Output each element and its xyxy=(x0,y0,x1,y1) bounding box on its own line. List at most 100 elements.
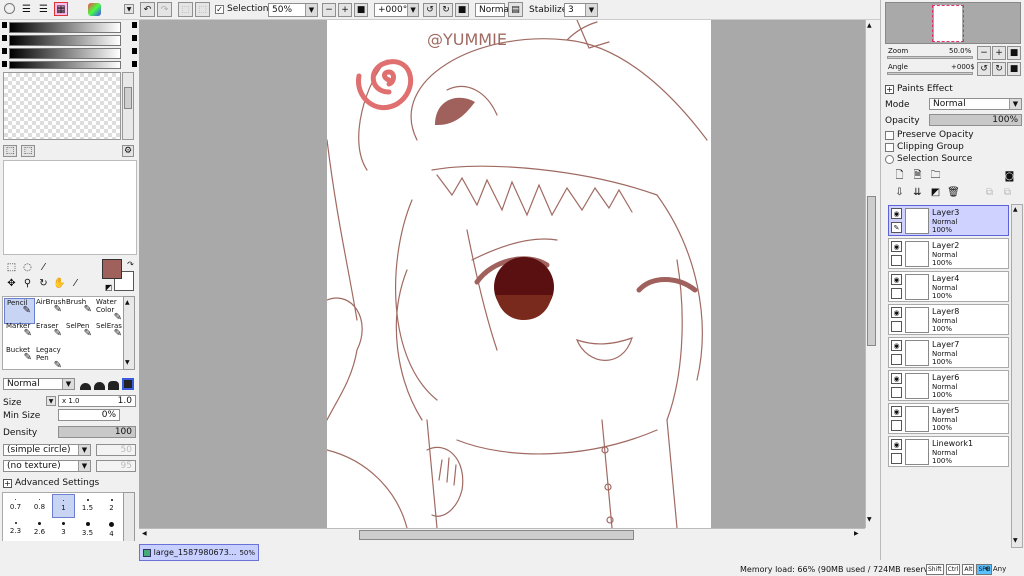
document-tab[interactable]: large_1587980673... 50% xyxy=(139,544,259,561)
brush-size-preset[interactable]: 0.7 xyxy=(4,494,27,518)
brush-size-preset[interactable]: 0.8 xyxy=(28,494,51,518)
scratchpad-save-button[interactable]: ⬚ xyxy=(21,145,35,157)
deselect-button[interactable]: ⬚ xyxy=(178,2,193,17)
scratchpad[interactable] xyxy=(3,72,121,140)
layer-item[interactable]: ◉ ✎ Layer3 Normal 100% xyxy=(888,205,1009,236)
tool-marker[interactable]: Marker ✎ xyxy=(4,322,35,348)
nav-rotate-reset-button[interactable]: ■ xyxy=(1007,62,1021,76)
brush-shape-strength[interactable]: 50 xyxy=(96,444,136,456)
tool-selpen[interactable]: SelPen ✎ xyxy=(64,322,95,348)
transparent-color-icon[interactable]: ◩ xyxy=(102,281,115,294)
canvas-viewport[interactable]: @YUMMIE ▲ ▼ xyxy=(139,20,877,528)
eye-icon[interactable]: ◉ xyxy=(891,208,902,219)
size-field[interactable]: x 1.0 1.0 xyxy=(58,395,136,407)
color-slider[interactable] xyxy=(9,61,121,69)
zoom-select[interactable]: 50% ▼ xyxy=(268,3,318,17)
zoom-out-button[interactable]: − xyxy=(322,3,336,17)
rotate-left-button[interactable]: ↺ xyxy=(423,3,437,17)
rotate-right-button[interactable]: ↻ xyxy=(439,3,453,17)
layer-mask-icon[interactable]: ⧉ xyxy=(983,186,996,199)
nav-zoom-slider[interactable] xyxy=(887,56,973,59)
tool-brush[interactable]: Brush ✎ xyxy=(64,298,95,324)
density-slider[interactable]: 100 xyxy=(58,426,136,438)
hand-tool-icon[interactable]: ✋ xyxy=(53,277,66,290)
eye-icon[interactable]: ◉ xyxy=(891,307,902,318)
scratchpad-scrollbar[interactable] xyxy=(122,72,134,140)
rotation-select[interactable]: +000° ▼ xyxy=(374,3,419,17)
layer-list-scrollbar[interactable]: ▲ ▼ xyxy=(1011,204,1023,548)
navigator-preview[interactable] xyxy=(885,2,1021,44)
stabilizer-select[interactable]: 3 ▼ xyxy=(564,3,598,17)
canvas-vertical-scrollbar[interactable]: ▲ ▼ xyxy=(865,20,877,528)
lock-slot-icon[interactable] xyxy=(891,387,902,398)
eye-icon[interactable]: ◉ xyxy=(891,274,902,285)
nav-rotate-right-button[interactable]: ↻ xyxy=(992,62,1006,76)
layer-item[interactable]: ◉ Linework1 Normal 100% xyxy=(888,436,1009,467)
vertical-scroll-thumb[interactable] xyxy=(867,196,876,346)
brush-size-preset[interactable]: 3 xyxy=(52,517,75,541)
advanced-settings-toggle[interactable]: + Advanced Settings xyxy=(3,478,99,488)
clipping-group-checkbox[interactable] xyxy=(885,142,894,152)
eye-icon[interactable]: ◉ xyxy=(891,406,902,417)
layer-item[interactable]: ◉ Layer5 Normal 100% xyxy=(888,403,1009,434)
clear-layer-icon[interactable]: ◩ xyxy=(929,186,942,199)
brush-edge-options[interactable] xyxy=(80,377,136,390)
selection-source-checkbox[interactable] xyxy=(885,154,894,164)
delete-layer-icon[interactable]: 🗑 xyxy=(947,186,960,199)
tool-pencil[interactable]: Pencil ✎ xyxy=(4,298,35,324)
eye-icon[interactable]: ◉ xyxy=(891,373,902,384)
selection-toggle[interactable]: ✓ Selection xyxy=(215,4,268,14)
layer-mode-select[interactable]: Normal ▼ xyxy=(929,98,1022,110)
nav-zoom-reset-button[interactable]: ■ xyxy=(1007,46,1021,60)
color-wheel-icon[interactable] xyxy=(4,3,15,14)
tool-grid-scrollbar[interactable]: ▲ ▼ xyxy=(123,296,135,370)
brush-shape-select[interactable]: (simple circle) ▼ xyxy=(3,444,91,456)
lock-slot-icon[interactable] xyxy=(891,453,902,464)
tool-legacy-pen[interactable]: Legacy Pen ✎ xyxy=(34,346,65,372)
scratchpad-clear-button[interactable]: ⬚ xyxy=(3,145,17,157)
brush-size-preset[interactable]: 2 xyxy=(100,494,123,518)
move-icon[interactable]: ✥ xyxy=(5,277,18,290)
main-color-swatch[interactable] xyxy=(102,259,122,279)
layer-item[interactable]: ◉ Layer8 Normal 100% xyxy=(888,304,1009,335)
color-panel-menu-button[interactable]: ▼ xyxy=(124,4,134,14)
navigator-viewport-rect[interactable] xyxy=(932,5,964,42)
canvas-horizontal-scrollbar[interactable]: ◀ ▶ xyxy=(139,528,865,541)
new-vector-layer-icon[interactable]: 🗎 xyxy=(911,170,924,183)
min-size-field[interactable]: 0% xyxy=(58,409,120,421)
layer-panel-menu-icon[interactable]: ◙ xyxy=(1003,170,1016,183)
lock-slot-icon[interactable] xyxy=(891,321,902,332)
tool-airbrush[interactable]: AirBrush ✎ xyxy=(34,298,66,324)
lasso-icon[interactable]: ◌ xyxy=(21,261,34,274)
preserve-opacity-checkbox[interactable] xyxy=(885,130,894,140)
magic-wand-icon[interactable]: ⁄ xyxy=(37,261,50,274)
undo-button[interactable]: ↶ xyxy=(140,2,155,17)
brush-size-preset[interactable]: 2.6 xyxy=(28,517,51,541)
zoom-reset-button[interactable]: ■ xyxy=(354,3,368,17)
eye-icon[interactable]: ◉ xyxy=(891,439,902,450)
blend-mode-select[interactable]: Normal xyxy=(475,3,512,17)
horizontal-scroll-thumb[interactable] xyxy=(359,530,634,540)
brush-size-preset[interactable]: 1 xyxy=(52,494,75,518)
paints-effect-toggle[interactable]: + Paints Effect xyxy=(885,84,953,94)
scratchpad-icon[interactable] xyxy=(88,3,101,16)
brush-mode-select[interactable]: Normal ▼ xyxy=(3,378,75,390)
brush-size-preset[interactable]: 2.3 xyxy=(4,517,27,541)
eye-icon[interactable]: ◉ xyxy=(891,241,902,252)
invert-selection-button[interactable]: ⬚ xyxy=(195,2,210,17)
apply-mask-icon[interactable]: ⧉ xyxy=(1001,186,1014,199)
redo-button[interactable]: ↷ xyxy=(157,2,172,17)
lock-slot-icon[interactable] xyxy=(891,420,902,431)
color-slider[interactable] xyxy=(9,48,121,59)
layer-item[interactable]: ◉ Layer2 Normal 100% xyxy=(888,238,1009,269)
lock-slot-icon[interactable] xyxy=(891,354,902,365)
tool-bucket[interactable]: Bucket ✎ xyxy=(4,346,35,372)
scratchpad-settings-button[interactable]: ⚙ xyxy=(122,145,134,157)
tool-seleras[interactable]: SelEras ✎ xyxy=(94,322,125,348)
brush-lock-icon[interactable]: ✎ xyxy=(891,222,902,233)
size-multiplier-button[interactable]: ▼ xyxy=(46,396,56,406)
brush-size-preset[interactable]: 1.5 xyxy=(76,494,99,518)
rotate-reset-button[interactable]: ■ xyxy=(455,3,469,17)
tool-water-color[interactable]: Water Color ✎ xyxy=(94,298,125,324)
clipping-group-option[interactable]: Clipping Group xyxy=(885,142,964,152)
